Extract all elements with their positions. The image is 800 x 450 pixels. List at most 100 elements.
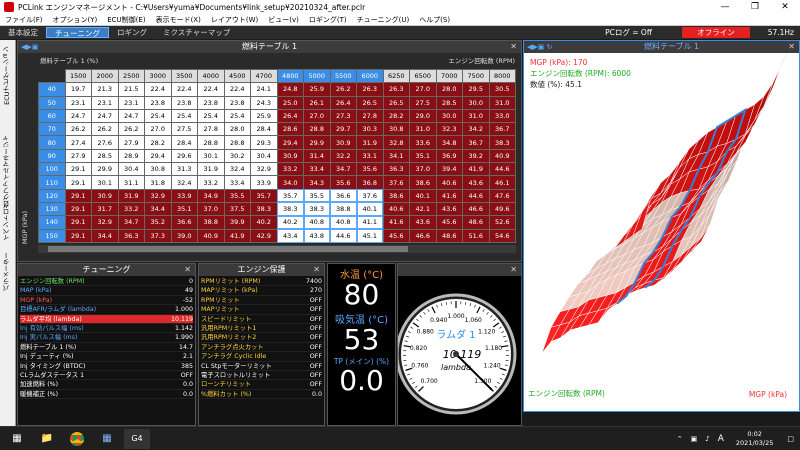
- table-cell[interactable]: 30.2: [223, 148, 251, 164]
- tray-up-icon[interactable]: ⌃: [677, 435, 683, 443]
- table-cell[interactable]: 38.3: [276, 201, 304, 217]
- table-cell[interactable]: 33.6: [409, 135, 437, 150]
- menu-file[interactable]: ファイル(F): [0, 15, 48, 25]
- table-cell[interactable]: 24.8: [276, 82, 304, 97]
- table-cell[interactable]: 29.0: [409, 108, 437, 124]
- table-cell[interactable]: 26.5: [356, 95, 384, 110]
- table-cell[interactable]: 32.4: [170, 175, 198, 190]
- table-cell[interactable]: 30.1: [197, 148, 225, 164]
- table-cell[interactable]: 38.6: [409, 175, 437, 190]
- table-cell[interactable]: 28.9: [117, 148, 145, 164]
- table-cell[interactable]: 33.2: [276, 162, 304, 177]
- table-cell[interactable]: 30.5: [488, 82, 516, 97]
- list-item[interactable]: アンチラグ点火カット OFF: [201, 343, 322, 353]
- list-item[interactable]: 汎用RPMリミット2 OFF: [201, 333, 322, 343]
- list-item[interactable]: RPMリミット (RPM) 7400: [201, 277, 322, 287]
- list-item[interactable]: 汎用RPMリミット1 OFF: [201, 324, 322, 334]
- table-cell[interactable]: 30.4: [117, 162, 145, 177]
- mgp-header[interactable]: 50: [38, 95, 66, 110]
- panel-close-icon[interactable]: ✕: [788, 41, 795, 53]
- table-cell[interactable]: 39.0: [170, 228, 198, 244]
- maximize-button[interactable]: ❐: [740, 2, 770, 12]
- mgp-header[interactable]: 100: [38, 162, 66, 177]
- pclink-icon[interactable]: G4: [124, 428, 150, 449]
- table-cell[interactable]: 23.8: [197, 95, 225, 110]
- table-cell[interactable]: 27.9: [117, 135, 145, 150]
- table-cell[interactable]: 28.4: [250, 122, 278, 137]
- list-item[interactable]: MGP (kPa) -52: [20, 296, 193, 306]
- table-cell[interactable]: 40.1: [409, 188, 437, 203]
- table-cell[interactable]: 35.5: [303, 188, 331, 203]
- table-cell[interactable]: 27.8: [197, 122, 225, 137]
- list-item[interactable]: 電子スロットルリミット OFF: [201, 371, 322, 381]
- list-item[interactable]: エンジン回転数 (RPM) 0: [20, 277, 193, 287]
- table-cell[interactable]: 34.7: [329, 162, 357, 177]
- table-cell[interactable]: 26.3: [356, 82, 384, 97]
- table-cell[interactable]: 33.2: [117, 201, 145, 217]
- table-cell[interactable]: 34.4: [144, 201, 172, 217]
- rpm-header[interactable]: 4000: [197, 68, 225, 84]
- table-cell[interactable]: 38.3: [250, 201, 278, 217]
- menu-tuning[interactable]: チューニング(U): [352, 15, 415, 25]
- table-cell[interactable]: 33.4: [223, 175, 251, 190]
- table-cell[interactable]: 35.5: [223, 188, 251, 203]
- notification-icon[interactable]: □: [787, 435, 794, 443]
- table-cell[interactable]: 29.1: [64, 215, 92, 230]
- table-cell[interactable]: 48.6: [462, 215, 490, 230]
- list-item[interactable]: ローンチリミット OFF: [201, 380, 322, 390]
- table-cell[interactable]: 31.4: [303, 148, 331, 164]
- table-cell[interactable]: 25.4: [197, 108, 225, 124]
- table-cell[interactable]: 30.1: [91, 175, 119, 190]
- list-item[interactable]: 目標AFR/ラムダ (lambda) 1.000: [20, 305, 193, 315]
- table-cell[interactable]: 31.9: [117, 188, 145, 203]
- table-cell[interactable]: 36.3: [382, 162, 410, 177]
- list-item[interactable]: Inj タイミング (BTDC) 385: [20, 362, 193, 371]
- table-cell[interactable]: 39.9: [223, 215, 251, 230]
- tab-basic[interactable]: 基本設定: [0, 27, 46, 38]
- panel-close-icon[interactable]: ✕: [510, 41, 517, 53]
- table-cell[interactable]: 22.4: [144, 82, 172, 97]
- table-cell[interactable]: 29.1: [64, 228, 92, 244]
- table-cell[interactable]: 29.4: [144, 148, 172, 164]
- table-cell[interactable]: 41.9: [223, 228, 251, 244]
- rpm-header[interactable]: 7500: [462, 68, 490, 84]
- table-cell[interactable]: 40.2: [250, 215, 278, 230]
- table-cell[interactable]: 32.9: [144, 188, 172, 203]
- table-cell[interactable]: 32.8: [382, 135, 410, 150]
- table-cell[interactable]: 25.9: [250, 108, 278, 124]
- list-item[interactable]: Inj 有効パルス幅 (ms) 1.142: [20, 324, 193, 334]
- table-cell[interactable]: 38.3: [303, 201, 331, 217]
- table-cell[interactable]: 43.6: [462, 175, 490, 190]
- rpm-header[interactable]: 6500: [409, 68, 437, 84]
- start-icon[interactable]: ▦: [4, 429, 30, 449]
- table-cell[interactable]: 23.1: [117, 95, 145, 110]
- table-cell[interactable]: 24.1: [250, 82, 278, 97]
- table-cell[interactable]: 30.9: [276, 148, 304, 164]
- table-cell[interactable]: 34.1: [382, 148, 410, 164]
- table-cell[interactable]: 54.6: [488, 228, 516, 244]
- table-cell[interactable]: 23.8: [170, 95, 198, 110]
- table-cell[interactable]: 38.8: [197, 215, 225, 230]
- table-cell[interactable]: 40.9: [197, 228, 225, 244]
- table-cell[interactable]: 28.6: [276, 122, 304, 137]
- mgp-header[interactable]: 40: [38, 82, 66, 97]
- tab-mixture-map[interactable]: ミクスチャーマップ: [155, 27, 238, 38]
- table-cell[interactable]: 24.7: [91, 108, 119, 124]
- table-cell[interactable]: 31.0: [462, 108, 490, 124]
- chrome-icon[interactable]: [64, 429, 90, 449]
- table-cell[interactable]: 19.7: [64, 82, 92, 97]
- list-item[interactable]: MAPリミット OFF: [201, 305, 322, 315]
- table-cell[interactable]: 41.6: [382, 215, 410, 230]
- table-cell[interactable]: 29.1: [64, 201, 92, 217]
- table-cell[interactable]: 31.0: [488, 95, 516, 110]
- rpm-header[interactable]: 3500: [170, 68, 198, 84]
- table-cell[interactable]: 37.6: [382, 175, 410, 190]
- table-cell[interactable]: 46.1: [488, 175, 516, 190]
- fuel-surface-plot[interactable]: [524, 53, 799, 411]
- table-cell[interactable]: 28.8: [223, 135, 251, 150]
- table-cell[interactable]: 37.3: [144, 228, 172, 244]
- dock-logfile-manager[interactable]: ログファイルマネージャ: [2, 135, 12, 207]
- table-cell[interactable]: 32.3: [435, 122, 463, 137]
- minimize-button[interactable]: —: [710, 2, 740, 12]
- table-cell[interactable]: 23.8: [144, 95, 172, 110]
